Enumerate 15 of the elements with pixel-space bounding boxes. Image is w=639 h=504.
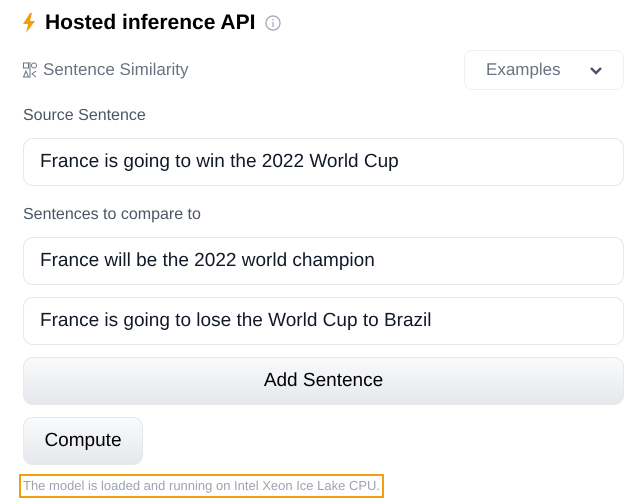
status-message: The model is loaded and running on Intel Xeon Ice Lake CPU. [19,474,384,498]
task-icon [23,62,37,78]
compute-button[interactable]: Compute [23,417,143,465]
info-icon[interactable] [265,15,282,31]
compare-sentence-field[interactable]: France is going to lose the World Cup to Brazil [23,297,624,345]
section-title: Hosted inference API [45,10,256,36]
add-sentence-button[interactable]: Add Sentence [23,357,624,405]
lightning-icon [23,13,35,33]
compare-label: Sentences to compare to [23,205,202,225]
source-label: Source Sentence [23,106,147,126]
source-sentence-field[interactable]: France is going to win the 2022 World Cup [23,138,624,186]
examples-dropdown[interactable]: Examples [464,50,624,90]
task-label: Sentence Similarity [43,59,189,82]
chevron-down-icon [589,66,603,74]
compare-sentence-field[interactable]: France will be the 2022 world champion [23,237,624,285]
